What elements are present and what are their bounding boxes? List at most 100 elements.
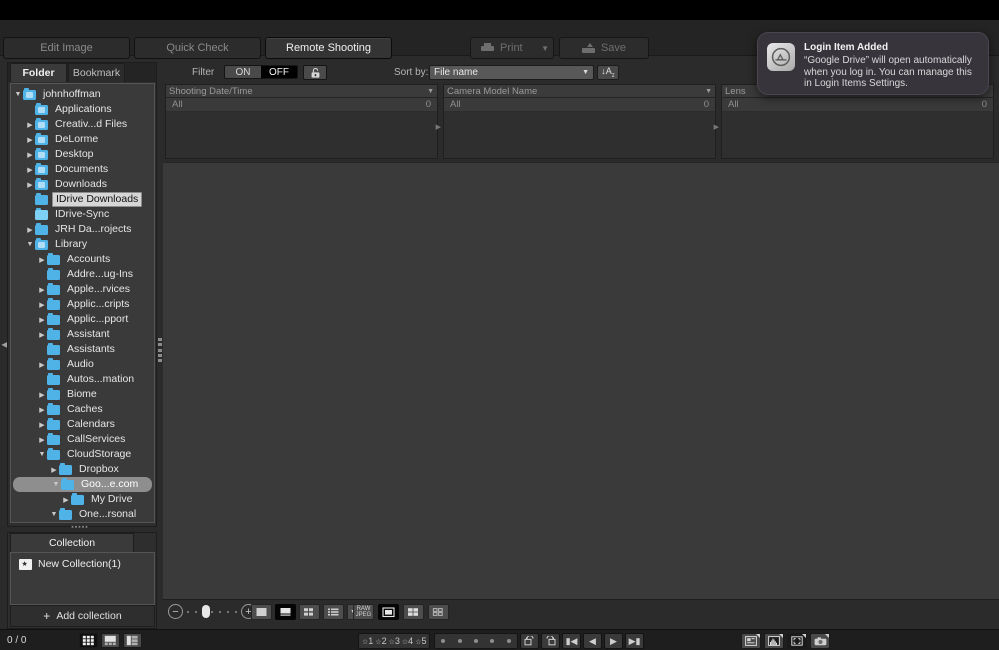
filter-row[interactable]: All 0 (722, 98, 993, 112)
rating-filter-3[interactable]: ☆3 (389, 636, 400, 646)
tree-item-johnhoffman[interactable]: ▼ johnhoffman (11, 87, 154, 102)
tree-item-assistants[interactable]: Assistants (11, 342, 154, 357)
thumbnail-grid-view-button[interactable] (299, 604, 320, 620)
chevron-right-icon[interactable]: ▶ (49, 462, 59, 477)
sort-direction-button[interactable]: ↓Az (597, 65, 619, 80)
chevron-down-icon[interactable]: ▼ (51, 477, 61, 492)
tree-item-one-rsonal[interactable]: ▼ One...rsonal (11, 507, 154, 522)
tree-item-applic-pport[interactable]: ▶ Applic...pport (11, 312, 154, 327)
color-label-dot[interactable] (490, 639, 495, 643)
chevron-right-icon[interactable]: ▶ (25, 132, 35, 147)
chevron-right-icon[interactable]: ▶ (25, 222, 35, 237)
rating-filter-5[interactable]: ☆5 (415, 636, 426, 646)
single-image-display-button[interactable] (378, 604, 399, 620)
tree-item-library[interactable]: ▼ Library (11, 237, 154, 252)
tree-item-creativ-d-files[interactable]: ▶ Creativ...d Files (11, 117, 154, 132)
filter-row[interactable]: All 0 (166, 98, 437, 112)
sort-by-select[interactable]: File name ▼ (429, 65, 594, 80)
chevron-right-icon[interactable]: ▶ (37, 327, 47, 342)
tree-item-jrh-da-rojects[interactable]: ▶ JRH Da...rojects (11, 222, 154, 237)
tree-item-audio[interactable]: ▶ Audio (11, 357, 154, 372)
filter-column-body[interactable]: All 0 (722, 98, 993, 158)
chevron-right-icon[interactable]: ▶ (37, 252, 47, 267)
tree-item-idrive-downloads[interactable]: IDrive Downloads (11, 192, 154, 207)
mode-button-remote-shooting[interactable]: Remote Shooting (265, 37, 392, 59)
filter-column[interactable]: Shooting Date/Time ▼ All 0 ▶ (165, 84, 441, 159)
chevron-right-icon[interactable]: ▶ (37, 432, 47, 447)
grid-layout-button[interactable] (79, 633, 98, 648)
camera-tool-button[interactable] (810, 633, 830, 649)
folder-tree[interactable]: ▼ johnhoffman Applications ▶ Creativ...d Fil… (10, 83, 155, 523)
filter-column[interactable]: Camera Model Name ▼ All 0 ▶ (443, 84, 719, 159)
go-next-icon[interactable]: ▶ (604, 633, 623, 649)
collection-list[interactable]: New Collection(1) (10, 552, 155, 605)
zoom-out-icon[interactable]: − (168, 604, 183, 619)
chevron-down-icon[interactable]: ▼ (541, 44, 549, 53)
thumbnail-caption-view-button[interactable] (275, 604, 296, 620)
filter-column-header[interactable]: Camera Model Name ▼ (444, 85, 715, 98)
chevron-right-icon[interactable]: ▶ (25, 162, 35, 177)
tree-item-caches[interactable]: ▶ Caches (11, 402, 154, 417)
histogram-tool-button[interactable] (764, 633, 784, 649)
thumbnail-large-view-button[interactable] (251, 604, 272, 620)
chevron-down-icon[interactable]: ▼ (427, 88, 434, 95)
filter-toggle[interactable]: ON OFF (224, 65, 298, 79)
print-button[interactable]: Print ▼ (470, 37, 554, 59)
mode-button-quick-check[interactable]: Quick Check (134, 37, 261, 59)
chevron-down-icon[interactable]: ▼ (49, 507, 59, 522)
list-item[interactable]: New Collection(1) (11, 553, 154, 570)
rating-filter-group[interactable]: ☆1 ☆2 ☆3 ☆4 ☆5 (358, 633, 431, 649)
go-first-icon[interactable]: ▮◀ (562, 633, 581, 649)
tree-item-my-drive[interactable]: ▶ My Drive (11, 492, 154, 507)
filter-column-body[interactable]: All 0 (444, 98, 715, 158)
chevron-right-icon[interactable]: ▶ (25, 147, 35, 162)
tab-collection[interactable]: Collection (10, 533, 134, 552)
filter-on-option[interactable]: ON (225, 66, 261, 78)
chevron-right-icon[interactable]: ▶ (37, 312, 47, 327)
thumbnail-browser-area[interactable] (163, 162, 999, 599)
rotate-right-icon[interactable] (541, 633, 560, 649)
color-label-dot[interactable] (473, 639, 478, 643)
tab-bookmark[interactable]: Bookmark (68, 63, 125, 82)
go-last-icon[interactable]: ▶▮ (625, 633, 644, 649)
thumbnail-info-tool-button[interactable] (741, 633, 761, 649)
color-label-dot[interactable] (441, 639, 446, 643)
chevron-right-icon[interactable]: ▶ (37, 417, 47, 432)
chevron-down-icon[interactable]: ▼ (705, 88, 712, 95)
left-panel-vertical-resize-handle[interactable]: ▪▪▪▪▪ (60, 524, 100, 531)
filter-column-body[interactable]: All 0 (166, 98, 437, 158)
chevron-down-icon[interactable]: ▼ (13, 87, 23, 102)
chevron-right-icon[interactable]: ▶ (37, 357, 47, 372)
filter-column-resize-handle[interactable]: ▶ (436, 123, 441, 131)
tree-item-addre-ug-ins[interactable]: Addre...ug-Ins (11, 267, 154, 282)
rating-filter-1[interactable]: ☆1 (362, 636, 373, 646)
filter-lock-button[interactable] (303, 65, 327, 80)
tree-item-cloudstorage[interactable]: ▼ CloudStorage (11, 447, 154, 462)
list-view-button[interactable] (323, 604, 344, 620)
tree-item-autos-mation[interactable]: Autos...mation (11, 372, 154, 387)
mode-button-edit-image[interactable]: Edit Image (3, 37, 130, 59)
rating-filter-4[interactable]: ☆4 (402, 636, 413, 646)
tree-item-apple-rvices[interactable]: ▶ Apple...rvices (11, 282, 154, 297)
tree-item-idrive-sync[interactable]: IDrive-Sync (11, 207, 154, 222)
tree-item-documents[interactable]: ▶ Documents (11, 162, 154, 177)
filmstrip-bottom-layout-button[interactable] (101, 633, 120, 648)
chevron-down-icon[interactable]: ▼ (25, 237, 35, 252)
tree-item-biome[interactable]: ▶ Biome (11, 387, 154, 402)
chevron-right-icon[interactable]: ▶ (37, 282, 47, 297)
chevron-right-icon[interactable]: ▶ (37, 297, 47, 312)
tree-item-dropbox[interactable]: ▶ Dropbox (11, 462, 154, 477)
rating-filter-2[interactable]: ☆2 (375, 636, 386, 646)
tree-item-callservices[interactable]: ▶ CallServices (11, 432, 154, 447)
tree-item-assistant[interactable]: ▶ Assistant (11, 327, 154, 342)
filmstrip-side-layout-button[interactable] (123, 633, 142, 648)
navigator-tool-button[interactable] (787, 633, 807, 649)
tree-item-desktop[interactable]: ▶ Desktop (11, 147, 154, 162)
chevron-right-icon[interactable]: ▶ (61, 492, 71, 507)
tree-item-downloads[interactable]: ▶ Downloads (11, 177, 154, 192)
chevron-right-icon[interactable]: ▶ (25, 177, 35, 192)
zoom-slider[interactable] (186, 604, 238, 619)
save-button[interactable]: Save (559, 37, 649, 59)
tree-item-accounts[interactable]: ▶ Accounts (11, 252, 154, 267)
color-label-group[interactable] (434, 633, 518, 649)
